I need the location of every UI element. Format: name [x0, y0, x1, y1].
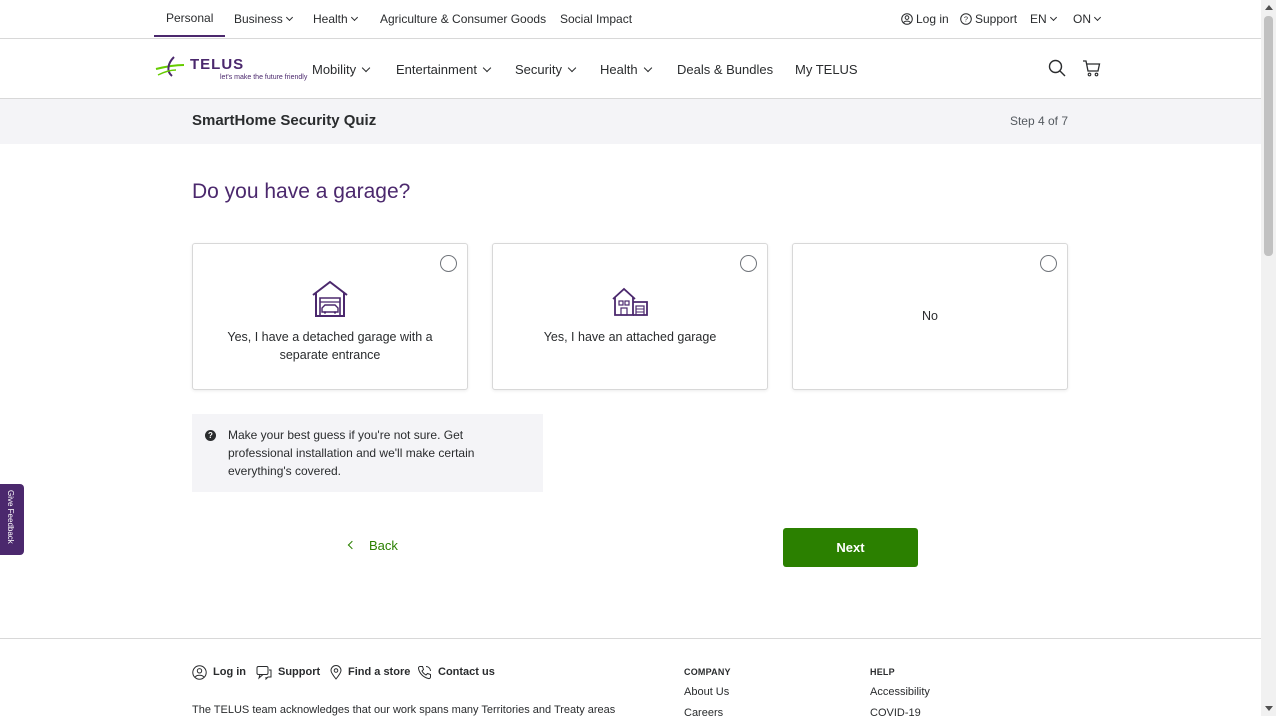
svg-text:?: ?	[964, 14, 968, 23]
option-radio[interactable]	[740, 255, 757, 272]
telus-leaf-icon	[155, 56, 185, 77]
footer	[0, 638, 1261, 716]
support-label: Support	[975, 11, 1018, 26]
chevron-down-icon	[1049, 13, 1057, 21]
utility-nav-agriculture[interactable]: Agriculture & Consumer Goods	[380, 0, 546, 37]
chat-icon	[256, 665, 272, 680]
nav-health[interactable]: Health	[600, 58, 652, 80]
utility-nav-health[interactable]: Health	[313, 0, 358, 37]
user-circle-icon	[901, 12, 913, 25]
chevron-down-icon	[361, 63, 371, 72]
utility-nav-label: Personal	[166, 10, 214, 25]
chevron-left-icon	[347, 540, 357, 550]
chevron-down-icon	[643, 63, 652, 72]
language-label: EN	[1030, 11, 1047, 26]
scrollbar[interactable]	[1261, 0, 1276, 716]
utility-bar: Personal Business Health Agriculture & C…	[0, 0, 1261, 39]
utility-nav-label: Health	[313, 11, 348, 26]
option-label: No	[922, 309, 938, 323]
chevron-down-icon	[1093, 13, 1102, 21]
province-label: ON	[1073, 11, 1091, 26]
nav-mobility[interactable]: Mobility	[312, 58, 371, 80]
detached-garage-icon	[312, 280, 348, 317]
quiz-header	[0, 99, 1261, 144]
utility-nav-label: Social Impact	[560, 11, 633, 26]
footer-company-heading: COMPANY	[684, 667, 731, 677]
scroll-up-arrow-icon[interactable]	[1265, 5, 1273, 10]
chevron-down-icon	[482, 63, 492, 72]
support-link[interactable]: ? Support	[960, 0, 1017, 37]
hint-box: ? Make your best guess if you're not sur…	[192, 414, 543, 492]
logo-wordmark: TELUS	[190, 56, 245, 73]
cart-button[interactable]	[1082, 58, 1102, 78]
phone-icon	[417, 665, 431, 679]
feedback-tab[interactable]: Give Feedback	[0, 484, 24, 555]
search-button[interactable]	[1047, 58, 1067, 78]
footer-login-link[interactable]: Log in	[192, 664, 246, 680]
logo-tagline: let's make the future friendly	[220, 74, 308, 81]
nav-deals-bundles[interactable]: Deals & Bundles	[677, 58, 773, 80]
nav-entertainment[interactable]: Entertainment	[396, 58, 492, 80]
quiz-step-indicator: Step 4 of 7	[1009, 114, 1068, 128]
back-button[interactable]: Back	[346, 535, 398, 555]
utility-nav-business[interactable]: Business	[234, 0, 293, 37]
user-icon	[192, 664, 207, 680]
footer-find-store-link[interactable]: Find a store	[330, 664, 410, 680]
login-label: Log in	[916, 11, 949, 26]
question-heading: Do you have a garage?	[192, 180, 411, 203]
back-label: Back	[369, 537, 398, 553]
nav-label: Deals & Bundles	[677, 61, 774, 77]
footer-link-label: Find a store	[348, 666, 411, 678]
nav-label: Mobility	[312, 61, 357, 77]
footer-link-label: Log in	[213, 666, 246, 678]
next-button[interactable]: Next	[783, 528, 918, 567]
footer-contact-link[interactable]: Contact us	[417, 664, 495, 680]
option-label: Yes, I have a detached garage with a sep…	[227, 330, 433, 362]
footer-link-label: Contact us	[438, 666, 495, 678]
footer-support-link[interactable]: Support	[256, 664, 320, 680]
nav-label: Health	[600, 61, 638, 77]
feedback-tab-label: Give Feedback	[6, 490, 15, 544]
login-link[interactable]: Log in	[901, 0, 949, 37]
footer-link-label: Support	[278, 666, 321, 678]
footer-help-heading: HELP	[870, 667, 895, 677]
cart-icon	[1083, 60, 1101, 77]
option-radio[interactable]	[1040, 255, 1057, 272]
option-card-detached-garage[interactable]: Yes, I have a detached garage with a sep…	[192, 243, 468, 390]
search-icon	[1048, 59, 1066, 77]
scroll-down-arrow-icon[interactable]	[1265, 706, 1273, 711]
option-radio[interactable]	[440, 255, 457, 272]
attached-garage-icon	[612, 287, 648, 316]
chevron-down-icon	[285, 13, 293, 21]
question-mark-icon: ?	[205, 430, 216, 441]
footer-accessibility-link[interactable]: Accessibility	[870, 686, 930, 698]
option-card-no[interactable]: No	[792, 243, 1068, 390]
option-card-attached-garage[interactable]: Yes, I have an attached garage	[492, 243, 768, 390]
footer-covid-link[interactable]: COVID-19	[870, 707, 921, 716]
utility-nav-label: Agriculture & Consumer Goods	[380, 11, 547, 26]
hint-text: Make your best guess if you're not sure.…	[228, 428, 475, 478]
nav-my-telus[interactable]: My TELUS	[795, 58, 858, 80]
language-selector[interactable]: EN	[1030, 0, 1057, 37]
chevron-down-icon	[567, 63, 577, 72]
quiz-title: SmartHome Security Quiz	[192, 112, 377, 129]
page: Personal Business Health Agriculture & C…	[0, 0, 1261, 716]
province-selector[interactable]: ON	[1073, 0, 1102, 37]
scrollbar-thumb[interactable]	[1264, 16, 1273, 256]
footer-careers-link[interactable]: Careers	[684, 707, 723, 716]
utility-nav-personal[interactable]: Personal	[154, 0, 226, 37]
utility-nav-social-impact[interactable]: Social Impact	[560, 0, 632, 37]
footer-acknowledgement: The TELUS team acknowledges that our wor…	[192, 704, 616, 716]
option-label: Yes, I have an attached garage	[543, 330, 717, 344]
nav-security[interactable]: Security	[515, 58, 577, 80]
nav-label: My TELUS	[795, 61, 858, 77]
telus-logo[interactable]: TELUS let's make the future friendly	[154, 55, 307, 85]
utility-nav-label: Business	[234, 11, 283, 26]
help-circle-icon: ?	[960, 12, 972, 25]
nav-label: Security	[515, 61, 562, 77]
location-pin-icon	[330, 664, 342, 680]
nav-label: Entertainment	[396, 61, 477, 77]
chevron-down-icon	[350, 13, 358, 21]
footer-about-link[interactable]: About Us	[684, 686, 729, 698]
